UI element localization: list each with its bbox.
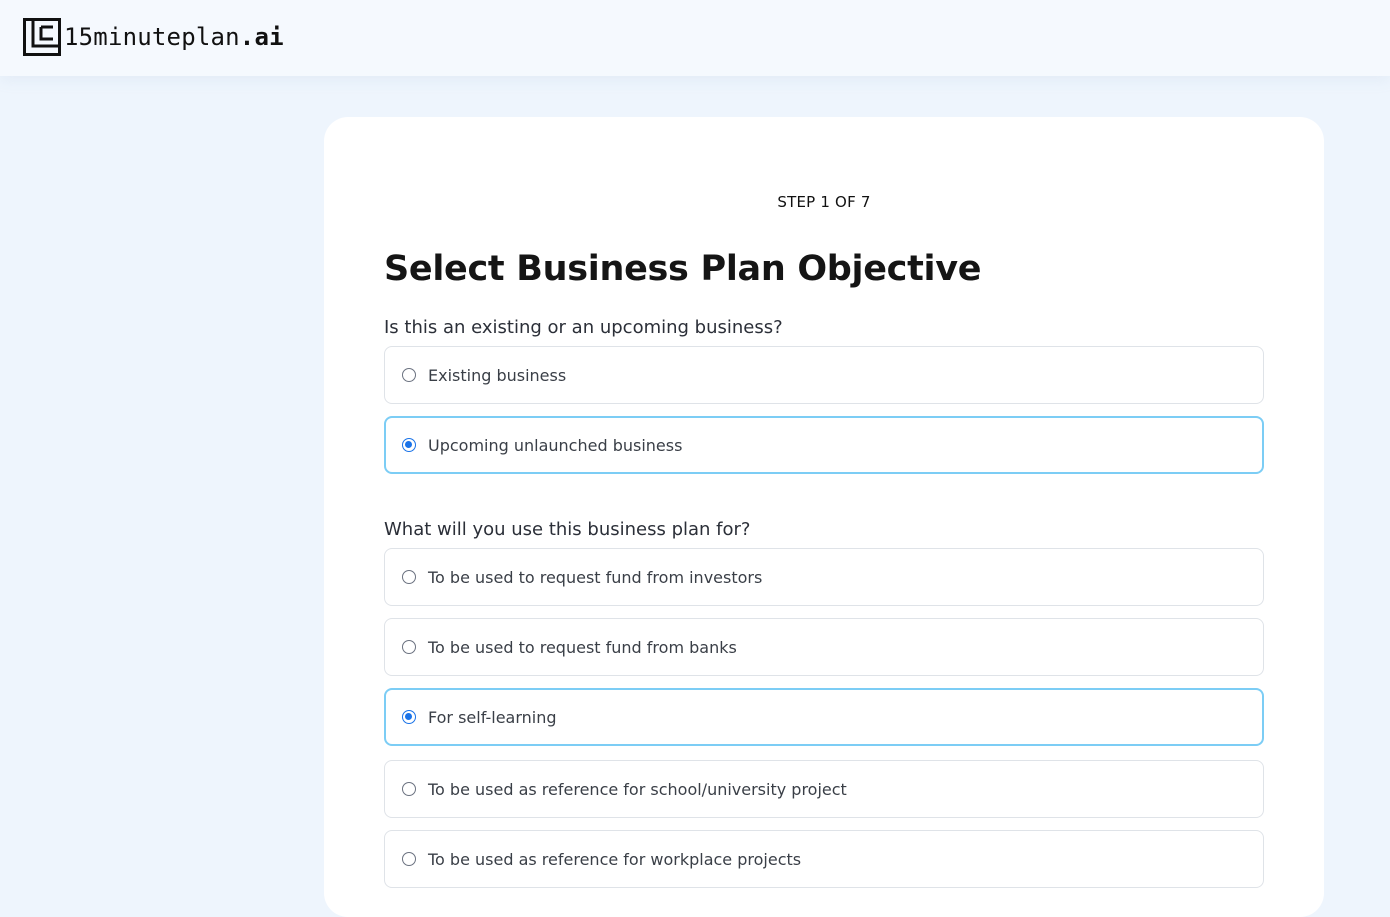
radio-icon[interactable]	[402, 570, 416, 584]
question-business-type: Is this an existing or an upcoming busin…	[384, 317, 783, 338]
question-plan-purpose: What will you use this business plan for…	[384, 519, 751, 540]
form-card: STEP 1 OF 7 Select Business Plan Objecti…	[324, 117, 1324, 917]
radio-icon[interactable]	[402, 852, 416, 866]
option-label: To be used as reference for school/unive…	[428, 779, 847, 799]
radio-icon[interactable]	[402, 640, 416, 654]
option-upcoming-business[interactable]: Upcoming unlaunched business	[384, 416, 1264, 474]
radio-selected-icon[interactable]	[402, 438, 416, 452]
option-self-learning[interactable]: For self-learning	[384, 688, 1264, 746]
page-title: Select Business Plan Objective	[384, 249, 982, 289]
option-fund-banks[interactable]: To be used to request fund from banks	[384, 618, 1264, 676]
option-existing-business[interactable]: Existing business	[384, 346, 1264, 404]
brand-tld: .ai	[239, 23, 284, 51]
option-label: To be used to request fund from banks	[428, 637, 737, 657]
option-label: Upcoming unlaunched business	[428, 435, 683, 455]
option-workplace-projects[interactable]: To be used as reference for workplace pr…	[384, 830, 1264, 888]
option-label: To be used to request fund from investor…	[428, 567, 763, 587]
brand-wordmark: 15minuteplan.ai	[64, 23, 284, 51]
radio-selected-icon[interactable]	[402, 710, 416, 724]
option-fund-investors[interactable]: To be used to request fund from investor…	[384, 548, 1264, 606]
option-label: To be used as reference for workplace pr…	[428, 849, 802, 869]
option-school-project[interactable]: To be used as reference for school/unive…	[384, 760, 1264, 818]
brand-logo[interactable]: 15minuteplan.ai	[23, 18, 284, 56]
step-indicator: STEP 1 OF 7	[777, 193, 871, 211]
logo-mark-icon	[23, 18, 61, 56]
radio-icon[interactable]	[402, 782, 416, 796]
option-label: Existing business	[428, 365, 567, 385]
radio-icon[interactable]	[402, 368, 416, 382]
brand-name: 15minuteplan	[64, 23, 240, 51]
top-bar: 15minuteplan.ai	[0, 0, 1390, 76]
option-label: For self-learning	[428, 707, 557, 727]
